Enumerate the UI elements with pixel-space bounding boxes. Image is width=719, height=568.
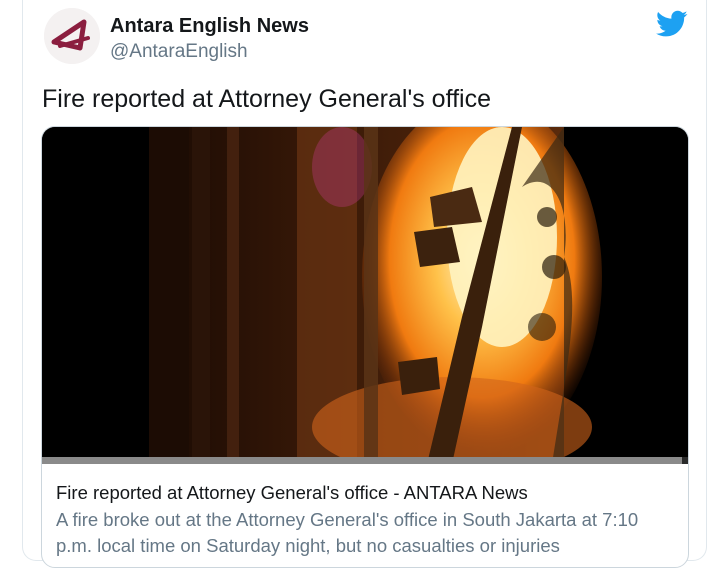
video-progress-fill <box>42 457 682 464</box>
tweet-text: Fire reported at Attorney General's offi… <box>42 85 491 113</box>
twitter-bird-icon[interactable] <box>656 10 688 38</box>
antara-logo-icon <box>44 8 100 64</box>
link-preview-card[interactable]: Fire reported at Attorney General's offi… <box>41 126 689 568</box>
link-card-title[interactable]: Fire reported at Attorney General's offi… <box>56 482 528 504</box>
author-avatar[interactable] <box>44 8 100 64</box>
link-card-description: A fire broke out at the Attorney General… <box>56 509 639 556</box>
video-progress-bar[interactable] <box>42 457 688 464</box>
fire-video-frame <box>42 127 688 464</box>
video-thumbnail[interactable] <box>42 127 688 464</box>
author-handle[interactable]: @AntaraEnglish <box>110 41 248 63</box>
author-name[interactable]: Antara English News <box>110 15 309 38</box>
